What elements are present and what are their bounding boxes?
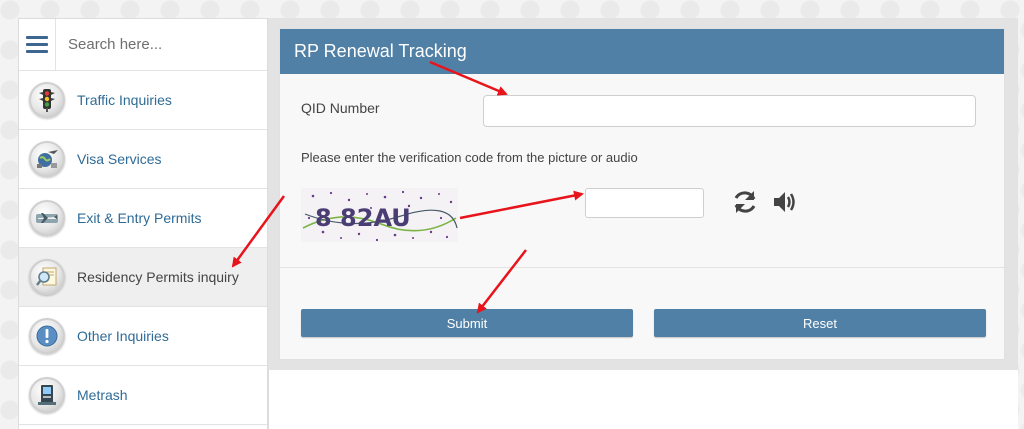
sidebar-item-traffic-inquiries[interactable]: Traffic Inquiries <box>19 71 267 130</box>
submit-button[interactable]: Submit <box>301 309 633 337</box>
sidebar-item-visa-services[interactable]: Visa Services <box>19 130 267 189</box>
sidebar-item-residency-permits-inquiry[interactable]: Residency Permits inquiry <box>19 248 267 307</box>
search-row <box>19 19 267 71</box>
sidebar-item-other-inquiries[interactable]: Other Inquiries <box>19 307 267 366</box>
form-divider <box>280 267 1004 268</box>
refresh-icon[interactable] <box>730 187 760 217</box>
menu-icon[interactable] <box>19 19 56 71</box>
captcha-input[interactable] <box>585 188 704 218</box>
sidebar-item-metrash[interactable]: Metrash <box>19 366 267 425</box>
verification-instruction: Please enter the verification code from … <box>301 150 638 165</box>
rp-renewal-form: RP Renewal Tracking QID Number Please en… <box>279 28 1005 360</box>
sidebar: Traffic Inquiries Visa Services Exit & E… <box>18 18 268 429</box>
sidebar-item-exit-entry-permits[interactable]: Exit & Entry Permits <box>19 189 267 248</box>
airplane-icon <box>29 200 65 236</box>
sidebar-item-label: Metrash <box>77 387 128 403</box>
main-content: RP Renewal Tracking QID Number Please en… <box>268 18 1018 370</box>
sidebar-item-label: Exit & Entry Permits <box>77 210 202 226</box>
globe-plane-icon <box>29 141 65 177</box>
search-input[interactable] <box>56 19 267 70</box>
captcha-image: 8 82AU <box>301 188 458 242</box>
sidebar-item-label: Other Inquiries <box>77 328 169 344</box>
reset-button[interactable]: Reset <box>654 309 986 337</box>
form-title: RP Renewal Tracking <box>280 29 1004 74</box>
magnifier-document-icon <box>29 259 65 295</box>
traffic-light-icon <box>29 82 65 118</box>
captcha-text: 8 82AU <box>315 204 411 232</box>
exclamation-icon <box>29 318 65 354</box>
sidebar-item-label: Visa Services <box>77 151 162 167</box>
qid-input[interactable] <box>483 95 976 127</box>
sidebar-item-label: Traffic Inquiries <box>77 92 172 108</box>
sidebar-item-label: Residency Permits inquiry <box>77 269 239 285</box>
kiosk-icon <box>29 377 65 413</box>
speaker-icon[interactable] <box>770 187 800 217</box>
qid-label: QID Number <box>301 100 380 116</box>
content-footer-area <box>268 370 1018 429</box>
